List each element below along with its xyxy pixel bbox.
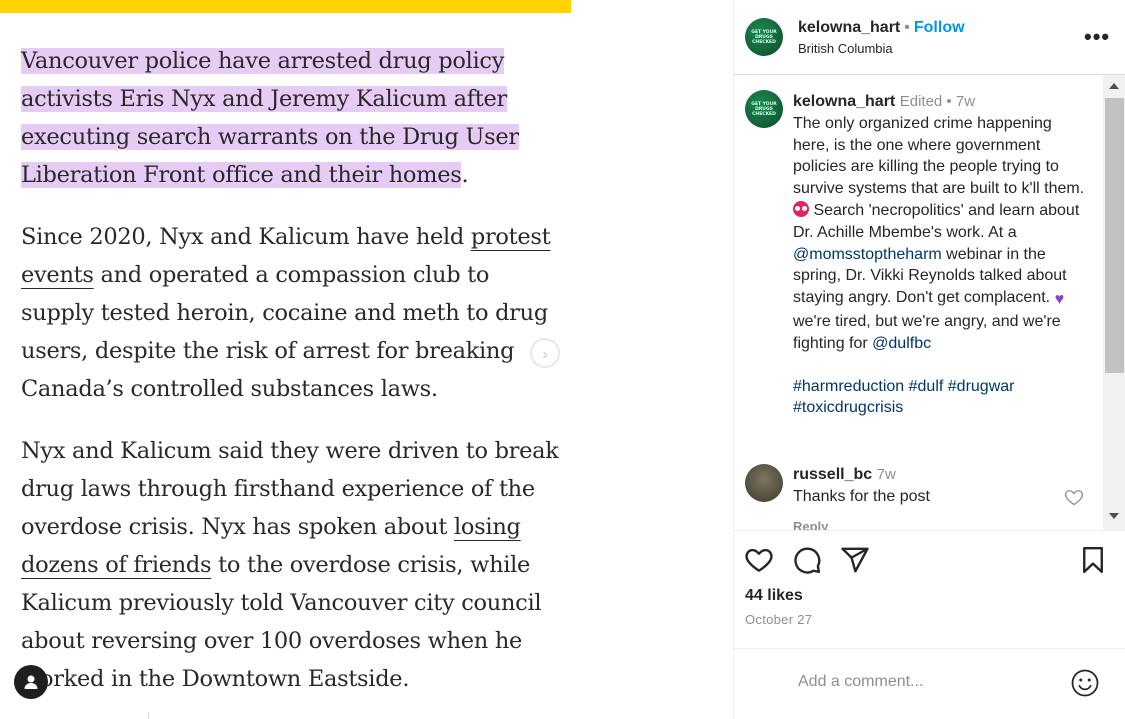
comment: russell_bc 7w Thanks for the post xyxy=(793,466,930,505)
more-options-icon[interactable]: ••• xyxy=(1084,24,1110,50)
username-link[interactable]: kelowna_hart xyxy=(798,19,900,36)
paragraph-1: Vancouver police have arrested drug poli… xyxy=(21,48,519,188)
article-panel: Vancouver police have arrested drug poli… xyxy=(0,0,571,719)
purple-heart-icon: ♥ xyxy=(1054,291,1065,309)
heart-outline-icon[interactable] xyxy=(1064,487,1084,512)
likes-count[interactable]: 44 likes xyxy=(745,587,803,605)
scroll-down-icon[interactable] xyxy=(1109,513,1119,519)
instagram-post-panel: GET YOUR DRUGS CHECKED kelowna_hart • Foll… xyxy=(733,0,1125,719)
hashtag-link[interactable]: #drugwar xyxy=(948,378,1015,395)
article-body: Vancouver police have arrested drug poli… xyxy=(21,42,561,719)
like-icon[interactable] xyxy=(744,545,774,580)
post-date: October 27 xyxy=(745,612,813,627)
highlighted-text[interactable]: Vancouver police have arrested drug poli… xyxy=(21,48,519,188)
comments-list[interactable]: GET YOUR DRUGS CHECKED kelowna_hart Edit… xyxy=(734,75,1102,530)
post-header: GET YOUR DRUGS CHECKED kelowna_hart • Foll… xyxy=(734,0,1125,75)
scrollbar-thumb[interactable] xyxy=(1105,98,1124,373)
hashtag-link[interactable]: #dulf xyxy=(909,378,944,395)
divider xyxy=(148,712,149,719)
bookmark-icon[interactable] xyxy=(1078,545,1108,580)
location-link[interactable]: British Columbia xyxy=(798,41,893,56)
comment-icon[interactable] xyxy=(792,545,822,580)
hashtag-link[interactable]: #harmreduction xyxy=(793,378,904,395)
avatar[interactable]: GET YOUR DRUGS CHECKED xyxy=(745,18,783,56)
post-author: kelowna_hart • Follow xyxy=(798,19,965,36)
divider xyxy=(734,648,1125,649)
mention-link[interactable]: @momsstoptheharm xyxy=(793,246,942,263)
comment-username[interactable]: russell_bc xyxy=(793,466,872,483)
action-bar xyxy=(734,545,1125,579)
scroll-up-icon[interactable] xyxy=(1109,83,1119,89)
divider xyxy=(734,530,1125,531)
chevron-right-icon[interactable]: › xyxy=(530,338,560,368)
hashtags: #harmreduction #dulf #drugwar #toxicdrug… xyxy=(793,376,1088,420)
emoji-icon[interactable] xyxy=(1070,668,1100,703)
user-icon[interactable] xyxy=(14,665,48,699)
hashtag-link[interactable]: #toxicdrugcrisis xyxy=(793,399,903,416)
follow-button[interactable]: Follow xyxy=(914,19,965,36)
mention-link[interactable]: @dulfbc xyxy=(872,335,931,352)
reply-button[interactable]: Reply xyxy=(793,519,828,530)
header-accent-bar xyxy=(0,0,571,13)
paragraph-3: Nyx and Kalicum said they were driven to… xyxy=(21,438,559,692)
avatar[interactable] xyxy=(745,464,783,502)
scrollbar[interactable] xyxy=(1103,75,1125,530)
share-icon[interactable] xyxy=(840,545,870,580)
caption-username[interactable]: kelowna_hart xyxy=(793,93,895,110)
comment-input[interactable]: Add a comment... xyxy=(798,673,923,691)
caption: kelowna_hart Edited • 7w The only organi… xyxy=(793,91,1088,419)
angry-face-icon xyxy=(793,200,809,217)
paragraph-2: Since 2020, Nyx and Kalicum have held pr… xyxy=(21,224,551,402)
avatar[interactable]: GET YOUR DRUGS CHECKED xyxy=(745,90,783,128)
